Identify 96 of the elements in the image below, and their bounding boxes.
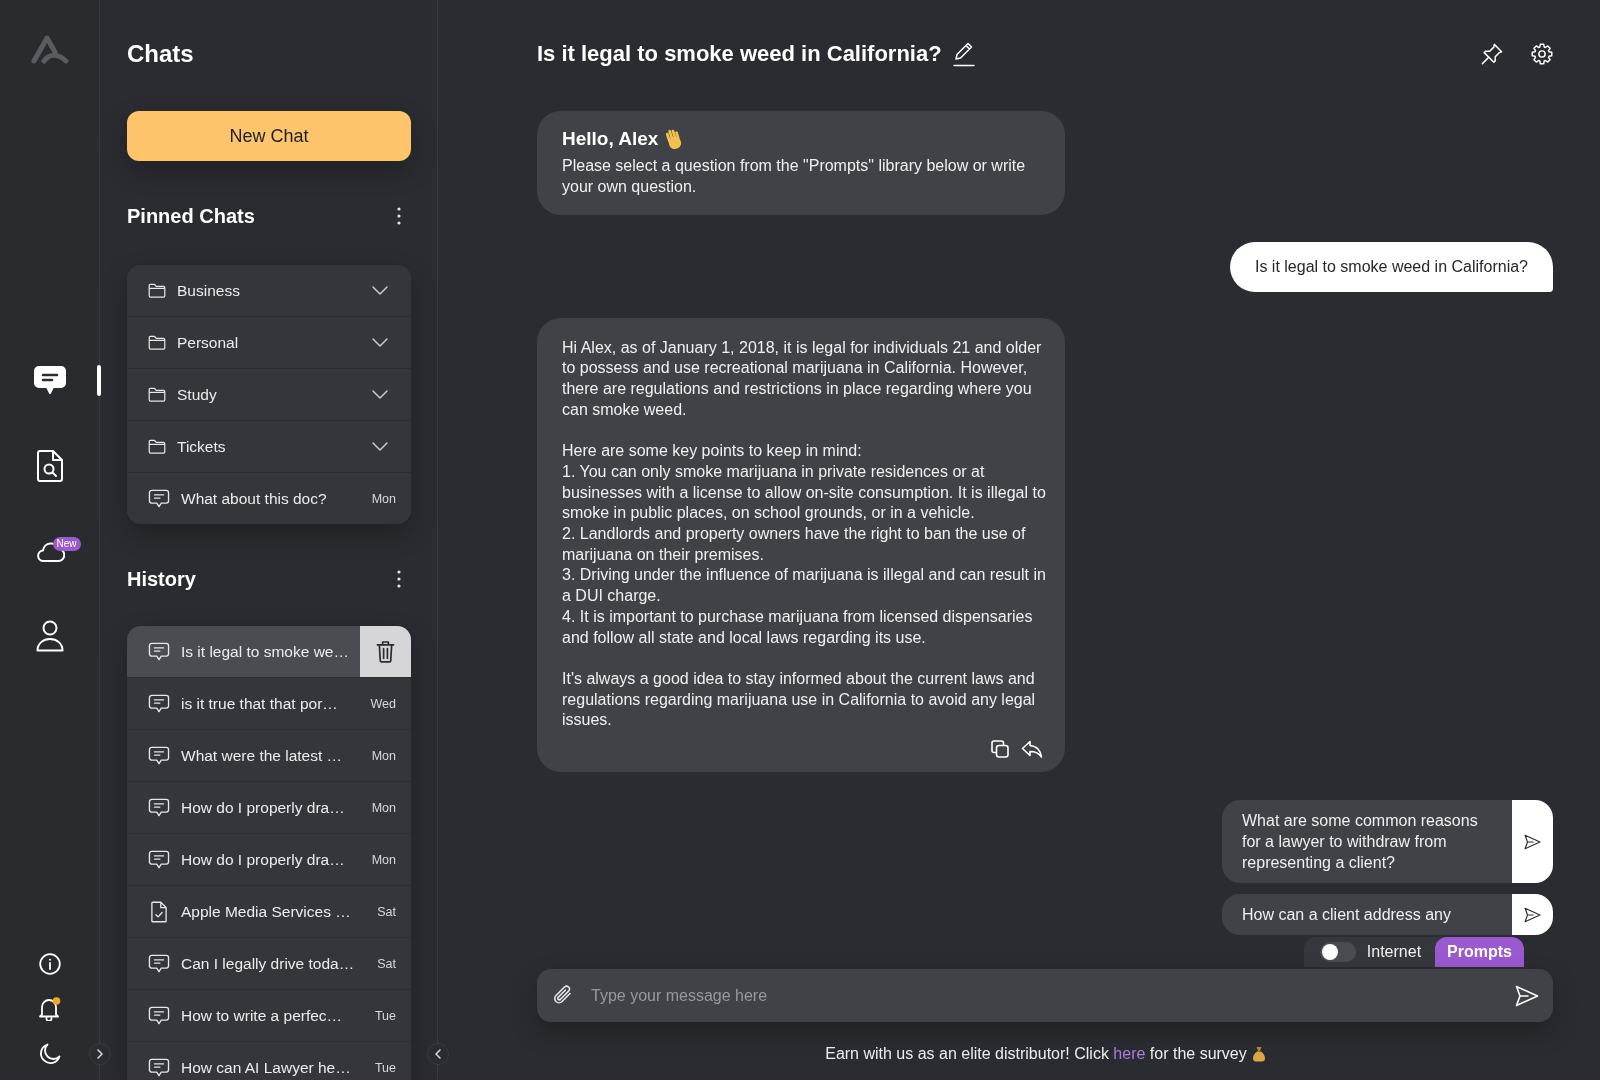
chat-name: How to write a perfec…: [181, 1006, 344, 1025]
chat-bubble-icon: [148, 1057, 170, 1078]
chat-name[interactable]: What about this doc?: [181, 489, 361, 508]
user-message: Is it legal to smoke weed in California?: [1229, 242, 1553, 292]
chat-name: is it true that that por…: [181, 694, 339, 713]
folder-icon: [148, 387, 166, 402]
chevron-down-icon[interactable]: [372, 390, 388, 399]
new-chat-button[interactable]: New Chat: [127, 111, 411, 161]
new-badge: New: [52, 536, 81, 551]
collapse-button[interactable]: [427, 1043, 449, 1065]
folder-icon: [148, 439, 166, 454]
history-item[interactable]: What were the latest … Mon: [127, 729, 411, 781]
chat-name: Is it legal to smoke we…: [181, 642, 349, 661]
chat-date: Mon: [371, 748, 396, 763]
section-title: Pinned Chats: [127, 204, 255, 228]
folder-name[interactable]: Study: [177, 385, 361, 404]
chevron-left-icon: [435, 1049, 441, 1059]
chat-date: Tue: [374, 1008, 396, 1023]
send-icon: [1524, 906, 1541, 923]
chat-date: Mon: [371, 800, 396, 815]
chevron-right-icon: [97, 1049, 103, 1059]
chevron-down-icon[interactable]: [372, 338, 388, 347]
history-item[interactable]: How do I properly dra… Mon: [127, 781, 411, 833]
more-options-icon[interactable]: [397, 570, 401, 588]
edit-icon[interactable]: [951, 41, 976, 67]
reply-icon[interactable]: [1021, 740, 1043, 758]
chat-name: Can I legally drive toda…: [181, 954, 356, 973]
history-item[interactable]: Apple Media Services … Sat: [127, 885, 411, 937]
more-options-icon[interactable]: [397, 207, 401, 225]
logo-icon: [30, 34, 69, 64]
greeting-text: Please select a question from the "Prompts" library below or write your own question.: [562, 156, 1027, 197]
conversation-title: Is it legal to smoke weed in California?: [537, 41, 942, 67]
bell-icon[interactable]: [38, 996, 61, 1021]
chat-name: How do I properly dra…: [181, 850, 346, 869]
chevron-down-icon[interactable]: [372, 442, 388, 451]
toggle-label: Internet: [1366, 943, 1422, 961]
trash-icon: [376, 640, 395, 663]
chat-bubble-icon: [148, 797, 170, 818]
message-input[interactable]: Type your message here: [591, 982, 1497, 1009]
internet-toggle[interactable]: [1319, 942, 1356, 962]
active-indicator: [97, 365, 101, 396]
info-icon[interactable]: [38, 952, 61, 975]
chat-bubble-icon: [148, 693, 170, 714]
chat-bubble-icon: [148, 849, 170, 870]
send-icon: [1524, 833, 1541, 850]
greeting-heading: Hello, Alex: [562, 127, 659, 151]
answer-paragraph: Here are some key points to keep in mind: 1. You can only smoke marijuana in private residences or at businesses with a license to allow on-site consumption. It is illegal to smoke in public places, on school grounds, or in a vehicle. 2. Landlords and property owners have the right to ban the use of marijuana on their premises. 3. Driving under the influence of marijuana is illegal and can result in a DUI charge. 4. It is important to purchase marijuana from licensed dispensaries and follow all state and local laws regarding its use.: [562, 441, 1047, 648]
chevron-down-icon[interactable]: [372, 286, 388, 295]
delete-button[interactable]: [360, 626, 411, 677]
settings-icon[interactable]: [1531, 43, 1553, 65]
moon-icon[interactable]: [38, 1042, 61, 1065]
send-prompt-button[interactable]: [1512, 800, 1553, 883]
chat-date: Sat: [377, 904, 396, 919]
chat-name: Apple Media Services …: [181, 902, 352, 921]
prompts-tab[interactable]: Prompts: [1435, 937, 1524, 967]
section-title: History: [127, 567, 196, 591]
send-prompt-button[interactable]: [1512, 894, 1553, 935]
chat-bubble-icon: [148, 953, 170, 974]
history-item[interactable]: How can AI Lawyer he… Tue: [127, 1041, 411, 1080]
chat-date: Mon: [371, 491, 396, 506]
chat-name: How do I properly dra…: [181, 798, 346, 817]
chat-date: Tue: [374, 1060, 396, 1075]
folder-name[interactable]: Business: [177, 281, 361, 300]
answer-paragraph: Hi Alex, as of January 1, 2018, it is legal for individuals 21 and older to possess and use recreational marijuana in California. However, there are regulations and restrictions in place regarding where you can smoke weed.: [562, 337, 1043, 420]
chat-date: Mon: [371, 852, 396, 867]
copy-icon[interactable]: [991, 740, 1009, 758]
survey-notice: Earn with us as an elite distributor! Click here for the survey: [825, 1044, 1247, 1064]
document-check-icon: [151, 900, 167, 923]
chat-date: Sat: [377, 956, 396, 971]
chat-bubble-icon: [148, 1005, 170, 1026]
chat-bubble-icon: [148, 641, 170, 662]
chat-date: Wed: [370, 696, 396, 711]
chat-bubble-icon: [148, 488, 170, 509]
folder-icon: [148, 335, 166, 350]
history-item[interactable]: Is it legal to smoke we…: [127, 626, 411, 677]
folder-icon: [148, 283, 166, 298]
chat-name: What were the latest …: [181, 746, 344, 765]
answer-paragraph: It's always a good idea to stay informed about the current laws and regulations regarding marijuana use in California to avoid any legal issues.: [562, 668, 1037, 731]
chat-bubble-icon[interactable]: [33, 366, 66, 395]
folder-name[interactable]: Personal: [177, 333, 361, 352]
history-item[interactable]: is it true that that por… Wed: [127, 677, 411, 729]
history-item[interactable]: How do I properly dra… Mon: [127, 833, 411, 885]
sidebar-title: Chats: [127, 39, 195, 69]
money-bag-icon: [1252, 1046, 1265, 1062]
survey-link[interactable]: here: [1113, 1045, 1146, 1062]
folder-name[interactable]: Tickets: [177, 437, 361, 456]
send-icon[interactable]: [1515, 984, 1539, 1007]
history-item[interactable]: Can I legally drive toda… Sat: [127, 937, 411, 989]
chat-name: How can AI Lawyer he…: [181, 1058, 352, 1077]
message-composer[interactable]: Type your message here: [537, 969, 1553, 1022]
history-item[interactable]: How to write a perfec… Tue: [127, 989, 411, 1041]
document-search-icon[interactable]: [36, 449, 63, 482]
pin-icon[interactable]: [1481, 43, 1503, 65]
user-icon[interactable]: [35, 619, 64, 652]
expand-button[interactable]: [89, 1043, 111, 1065]
chat-bubble-icon: [148, 745, 170, 766]
